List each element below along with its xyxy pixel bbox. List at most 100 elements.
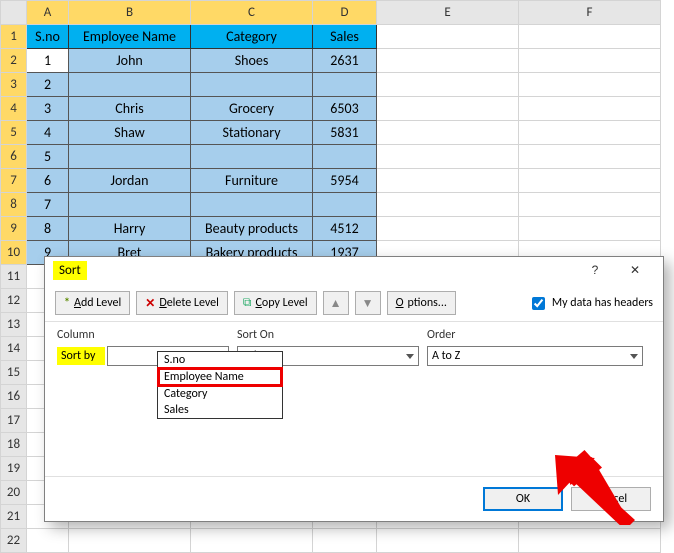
ok-button[interactable]: OK	[483, 487, 563, 511]
cell[interactable]	[377, 193, 519, 217]
cell[interactable]	[519, 73, 661, 97]
cell[interactable]: 5831	[313, 121, 377, 145]
row-header[interactable]: 14	[1, 337, 27, 361]
row-header[interactable]: 19	[1, 457, 27, 481]
cell[interactable]	[519, 49, 661, 73]
row-header[interactable]: 13	[1, 313, 27, 337]
cell[interactable]	[69, 529, 191, 553]
row-header[interactable]: 10	[1, 241, 27, 265]
cell[interactable]: Grocery	[191, 97, 313, 121]
cell[interactable]	[191, 193, 313, 217]
cell[interactable]	[191, 73, 313, 97]
col-header-A[interactable]: A	[27, 1, 69, 25]
cell[interactable]: Sales	[313, 25, 377, 49]
row-header[interactable]: 20	[1, 481, 27, 505]
cell[interactable]	[377, 97, 519, 121]
cell[interactable]	[519, 217, 661, 241]
col-header-D[interactable]: D	[313, 1, 377, 25]
select-all-corner[interactable]	[1, 1, 27, 25]
help-button[interactable]: ?	[575, 257, 615, 283]
cell[interactable]	[27, 529, 69, 553]
col-header-C[interactable]: C	[191, 1, 313, 25]
cell[interactable]	[377, 529, 519, 553]
cell[interactable]: 7	[27, 193, 69, 217]
dropdown-option[interactable]: Category	[158, 386, 282, 402]
cell[interactable]	[377, 121, 519, 145]
cell[interactable]	[313, 193, 377, 217]
dropdown-option[interactable]: S.no	[158, 352, 282, 368]
row-header[interactable]: 4	[1, 97, 27, 121]
dropdown-option[interactable]: Sales	[158, 402, 282, 418]
move-down-button[interactable]: ▼	[355, 291, 381, 315]
move-up-button[interactable]: ▲	[323, 291, 349, 315]
order-combo[interactable]: A to Z	[427, 346, 643, 366]
cell[interactable]	[69, 145, 191, 169]
cell[interactable]: Chris	[69, 97, 191, 121]
row-header[interactable]: 17	[1, 409, 27, 433]
cell[interactable]: Category	[191, 25, 313, 49]
row-header[interactable]: 5	[1, 121, 27, 145]
options-button[interactable]: Options...	[387, 291, 456, 315]
dropdown-option-employee-name[interactable]: Employee Name	[157, 367, 283, 387]
row-header[interactable]: 6	[1, 145, 27, 169]
cell[interactable]: 2631	[313, 49, 377, 73]
cell[interactable]: Shoes	[191, 49, 313, 73]
add-level-button[interactable]: * Add Level	[55, 291, 130, 315]
cell[interactable]	[519, 97, 661, 121]
row-header[interactable]: 9	[1, 217, 27, 241]
cell[interactable]	[377, 169, 519, 193]
cell[interactable]	[519, 25, 661, 49]
cell[interactable]: John	[69, 49, 191, 73]
row-header[interactable]: 22	[1, 529, 27, 553]
cell[interactable]: 4512	[313, 217, 377, 241]
cell[interactable]	[519, 529, 661, 553]
row-header[interactable]: 7	[1, 169, 27, 193]
row-header[interactable]: 15	[1, 361, 27, 385]
headers-checkbox[interactable]	[532, 297, 545, 310]
cell[interactable]: Jordan	[69, 169, 191, 193]
close-button[interactable]: ✕	[615, 257, 655, 283]
cell[interactable]: 2	[27, 73, 69, 97]
cell[interactable]	[519, 193, 661, 217]
cell[interactable]: 6503	[313, 97, 377, 121]
cell[interactable]: 3	[27, 97, 69, 121]
row-header[interactable]: 18	[1, 433, 27, 457]
cell[interactable]: Harry	[69, 217, 191, 241]
cell[interactable]	[69, 193, 191, 217]
cell[interactable]	[377, 145, 519, 169]
row-header[interactable]: 3	[1, 73, 27, 97]
cell[interactable]	[377, 49, 519, 73]
cell[interactable]: 6	[27, 169, 69, 193]
cell[interactable]: 8	[27, 217, 69, 241]
row-header[interactable]: 1	[1, 25, 27, 49]
cell[interactable]	[519, 121, 661, 145]
row-header[interactable]: 2	[1, 49, 27, 73]
cell[interactable]: Beauty products	[191, 217, 313, 241]
row-header[interactable]: 8	[1, 193, 27, 217]
cell[interactable]	[377, 73, 519, 97]
cancel-button[interactable]: Cancel	[571, 487, 651, 511]
cell[interactable]	[519, 169, 661, 193]
copy-level-button[interactable]: ⧉ Copy Level	[234, 291, 317, 315]
col-header-E[interactable]: E	[377, 1, 519, 25]
cell[interactable]	[69, 73, 191, 97]
row-header[interactable]: 12	[1, 289, 27, 313]
cell[interactable]: Employee Name	[69, 25, 191, 49]
cell[interactable]	[191, 529, 313, 553]
headers-checkbox-wrap[interactable]: My data has headers	[528, 294, 653, 313]
col-header-B[interactable]: B	[69, 1, 191, 25]
cell[interactable]	[313, 529, 377, 553]
cell[interactable]	[377, 25, 519, 49]
col-header-F[interactable]: F	[519, 1, 661, 25]
cell[interactable]: Stationary	[191, 121, 313, 145]
delete-level-button[interactable]: ✕ Delete Level	[136, 291, 228, 315]
row-header[interactable]: 16	[1, 385, 27, 409]
row-header[interactable]: 11	[1, 265, 27, 289]
cell[interactable]	[191, 145, 313, 169]
row-header[interactable]: 21	[1, 505, 27, 529]
cell[interactable]: 5954	[313, 169, 377, 193]
cell[interactable]	[313, 145, 377, 169]
cell[interactable]	[313, 73, 377, 97]
cell[interactable]: S.no	[27, 25, 69, 49]
cell[interactable]: 1	[27, 49, 69, 73]
